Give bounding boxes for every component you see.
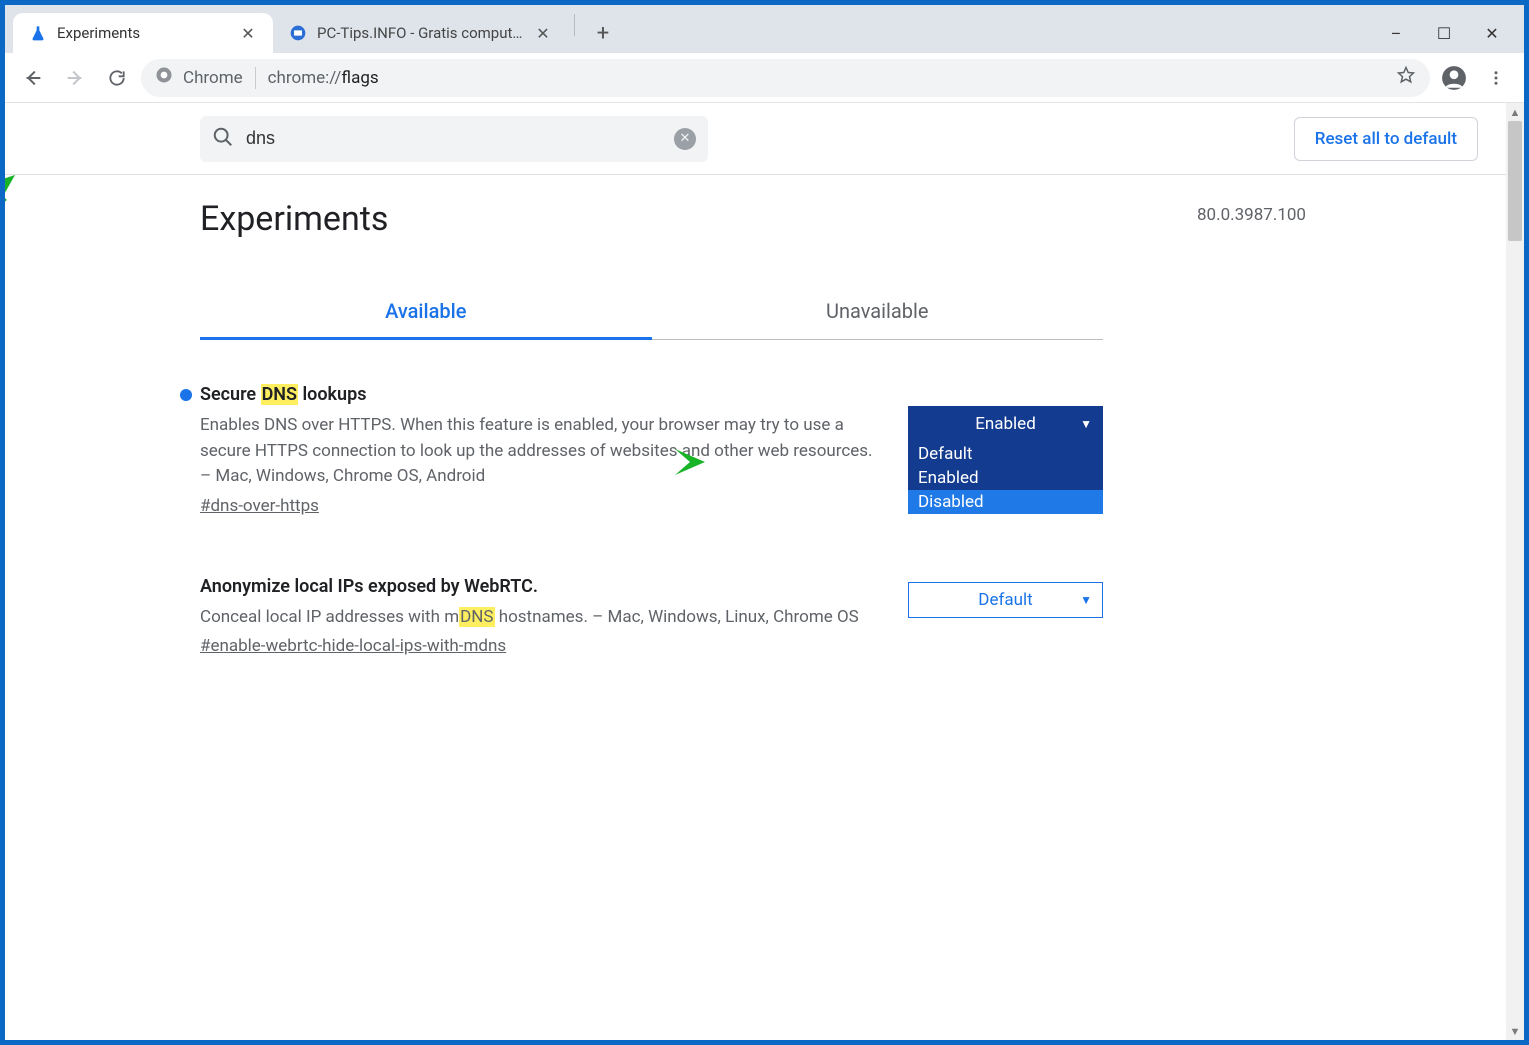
flag-hash-link[interactable]: #enable-webrtc-hide-local-ips-with-mdns bbox=[200, 636, 506, 656]
omnibox[interactable]: Chrome chrome://flags bbox=[141, 59, 1430, 97]
scroll-down-icon[interactable]: ▼ bbox=[1506, 1022, 1524, 1040]
tab-separator bbox=[574, 14, 575, 36]
modified-dot-icon bbox=[180, 389, 192, 401]
flag-select-value: Default bbox=[978, 590, 1032, 610]
forward-button[interactable] bbox=[57, 60, 93, 96]
maximize-button[interactable]: ☐ bbox=[1434, 24, 1454, 43]
flag-description: Enables DNS over HTTPS. When this featur… bbox=[200, 413, 884, 490]
back-button[interactable] bbox=[15, 60, 51, 96]
search-box[interactable]: ✕ bbox=[200, 116, 708, 162]
option-enabled[interactable]: Enabled bbox=[908, 466, 1103, 490]
reset-all-button[interactable]: Reset all to default bbox=[1294, 117, 1478, 161]
tab-available[interactable]: Available bbox=[200, 285, 652, 340]
scrollbar[interactable]: ▲ ▼ bbox=[1506, 103, 1524, 1040]
omnibox-separator bbox=[255, 67, 256, 89]
search-icon bbox=[212, 126, 234, 152]
omnibox-url-path: flags bbox=[341, 68, 378, 88]
flag-title: Secure DNS lookups bbox=[200, 384, 884, 405]
annotation-arrow-icon bbox=[5, 385, 10, 459]
version-label: 80.0.3987.100 bbox=[1197, 205, 1306, 225]
bookmark-star-icon[interactable] bbox=[1396, 65, 1416, 90]
flag-select-value: Enabled bbox=[975, 414, 1036, 434]
close-window-button[interactable]: ✕ bbox=[1482, 24, 1502, 43]
option-disabled[interactable]: Disabled bbox=[908, 490, 1103, 514]
kebab-menu-icon[interactable] bbox=[1478, 60, 1514, 96]
flags-tabs: Available Unavailable bbox=[200, 285, 1103, 340]
scroll-thumb[interactable] bbox=[1508, 121, 1522, 241]
flag-item: Secure DNS lookups Enables DNS over HTTP… bbox=[200, 384, 1103, 516]
annotation-arrow-icon bbox=[5, 165, 25, 259]
minimize-button[interactable]: – bbox=[1386, 24, 1406, 43]
tab-experiments[interactable]: Experiments ✕ bbox=[13, 13, 273, 53]
reload-button[interactable] bbox=[99, 60, 135, 96]
titlebar: Experiments ✕ PC-Tips.INFO - Gratis comp… bbox=[5, 5, 1524, 53]
tab-title: Experiments bbox=[57, 24, 229, 42]
clear-search-icon[interactable]: ✕ bbox=[674, 128, 696, 150]
site-icon bbox=[289, 24, 307, 42]
scroll-up-icon[interactable]: ▲ bbox=[1506, 103, 1524, 121]
flag-hash-link[interactable]: #dns-over-https bbox=[200, 496, 319, 516]
tab-pctips[interactable]: PC-Tips.INFO - Gratis computer t ✕ bbox=[273, 13, 568, 53]
profile-avatar[interactable] bbox=[1436, 60, 1472, 96]
new-tab-button[interactable]: + bbox=[587, 17, 619, 49]
toolbar: Chrome chrome://flags bbox=[5, 53, 1524, 103]
chrome-icon bbox=[155, 66, 173, 89]
flask-icon bbox=[29, 24, 47, 42]
flag-description: Conceal local IP addresses with mDNS hos… bbox=[200, 605, 884, 631]
flag-select[interactable]: Default ▼ bbox=[908, 582, 1103, 618]
caret-down-icon: ▼ bbox=[1080, 593, 1092, 607]
option-default[interactable]: Default bbox=[908, 442, 1103, 466]
close-icon[interactable]: ✕ bbox=[534, 24, 552, 42]
flag-item: Anonymize local IPs exposed by WebRTC. C… bbox=[200, 576, 1103, 657]
tab-unavailable[interactable]: Unavailable bbox=[652, 285, 1104, 340]
flag-select-dropdown: Default Enabled Disabled bbox=[908, 442, 1103, 514]
omnibox-chip-label: Chrome bbox=[183, 68, 243, 88]
flag-select[interactable]: Enabled ▼ bbox=[908, 406, 1103, 442]
close-icon[interactable]: ✕ bbox=[239, 24, 257, 42]
flags-topbar: ✕ Reset all to default bbox=[5, 103, 1506, 175]
flag-title: Anonymize local IPs exposed by WebRTC. bbox=[200, 576, 884, 597]
search-input[interactable] bbox=[246, 128, 662, 149]
omnibox-url-prefix: chrome:// bbox=[268, 68, 342, 88]
caret-down-icon: ▼ bbox=[1080, 417, 1092, 431]
tab-title: PC-Tips.INFO - Gratis computer t bbox=[317, 24, 524, 42]
